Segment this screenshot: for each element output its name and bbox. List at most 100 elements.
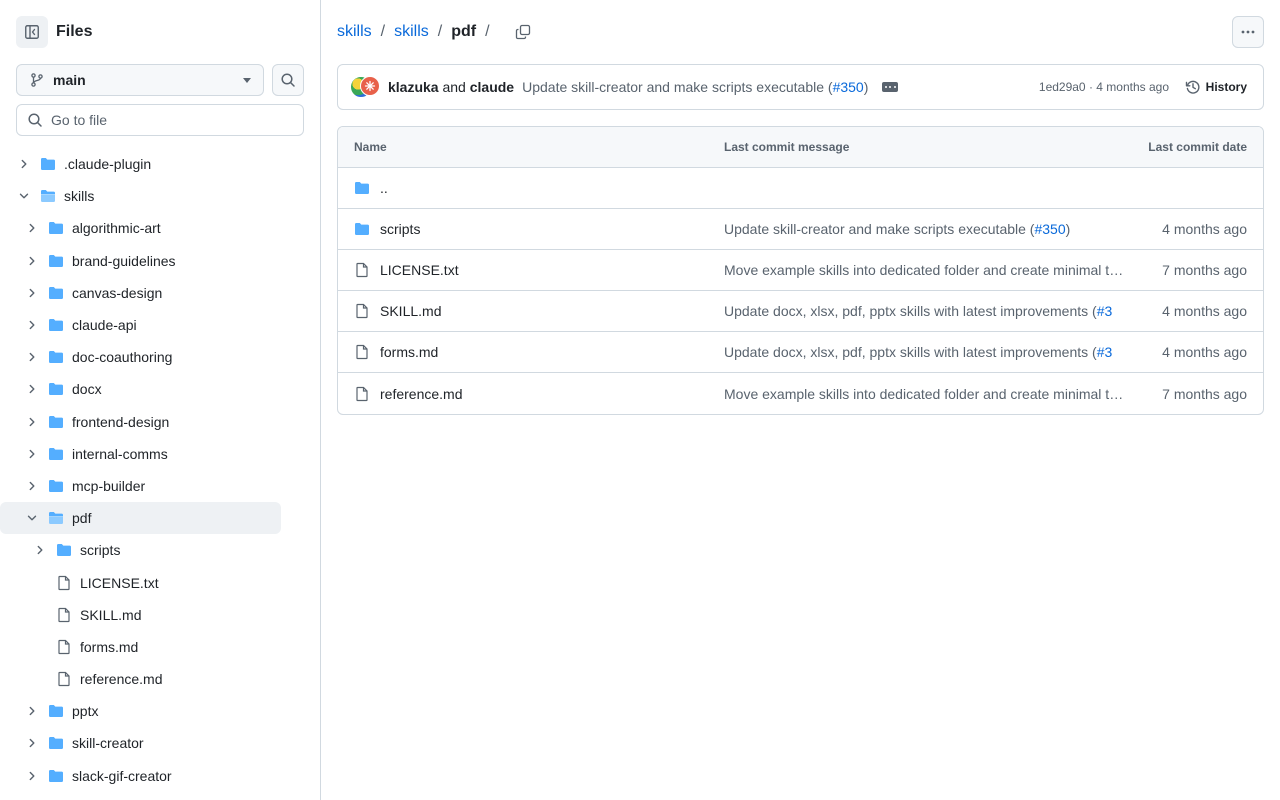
tree-item-canvas-design[interactable]: canvas-design xyxy=(0,277,320,309)
tree-item-skill-creator[interactable]: skill-creator xyxy=(0,727,320,759)
tree-item-label: skill-creator xyxy=(72,735,144,752)
file-commit-message[interactable]: Move example skills into dedicated folde… xyxy=(724,262,1124,278)
expand-commit-message-button[interactable] xyxy=(882,82,899,92)
git-branch-icon xyxy=(31,73,43,87)
more-options-button[interactable] xyxy=(1232,16,1264,48)
folder-icon xyxy=(56,542,72,558)
chevron-down-icon[interactable] xyxy=(24,510,40,526)
go-to-file-input[interactable] xyxy=(51,112,291,128)
tree-item-claude-api[interactable]: claude-api xyxy=(0,309,320,341)
tree-item-algorithmic-art[interactable]: algorithmic-art xyxy=(0,212,320,244)
tree-item-label: brand-guidelines xyxy=(72,252,176,269)
file-name-link[interactable]: SKILL.md xyxy=(380,303,441,319)
tree-item-label: internal-comms xyxy=(72,445,168,462)
tree-item-forms-md[interactable]: forms.md xyxy=(0,631,320,663)
file-name-link[interactable]: forms.md xyxy=(380,344,438,360)
copy-path-button[interactable] xyxy=(511,20,535,44)
file-name-link[interactable]: reference.md xyxy=(380,386,462,402)
chevron-right-icon[interactable] xyxy=(24,414,40,430)
tree-item-internal-comms[interactable]: internal-comms xyxy=(0,438,320,470)
commit-avatars[interactable] xyxy=(350,76,380,98)
tree-item-label: reference.md xyxy=(80,671,163,688)
tree-item-pdf[interactable]: pdf xyxy=(0,502,281,535)
parent-directory-link[interactable]: .. xyxy=(380,180,388,196)
file-commit-message[interactable]: Move example skills into dedicated folde… xyxy=(724,386,1124,402)
history-button[interactable]: History xyxy=(1185,79,1247,95)
table-row[interactable]: LICENSE.txt Move example skills into dedi… xyxy=(338,250,1263,291)
tree-item-claude-plugin[interactable]: .claude-plugin xyxy=(0,148,320,180)
breadcrumb-separator: / xyxy=(380,23,386,40)
file-commit-pr-link[interactable]: #3 xyxy=(1097,303,1113,319)
table-row[interactable]: reference.md Move example skills into ded… xyxy=(338,373,1263,414)
kebab-horizontal-icon xyxy=(1241,30,1255,34)
tree-item-brand-guidelines[interactable]: brand-guidelines xyxy=(0,245,320,277)
chevron-right-icon[interactable] xyxy=(16,156,32,172)
file-commit-message[interactable]: Update skill-creator and make scripts ex… xyxy=(724,221,1124,237)
file-commit-message-text[interactable]: Move example skills into dedicated folde… xyxy=(724,262,1124,278)
chevron-right-icon[interactable] xyxy=(24,381,40,397)
file-commit-pr-link[interactable]: #350 xyxy=(1034,221,1065,237)
tree-item-doc-coauthoring[interactable]: doc-coauthoring xyxy=(0,341,320,373)
folder-icon xyxy=(48,768,64,784)
tree-item-slack-gif-creator[interactable]: slack-gif-creator xyxy=(0,760,320,792)
file-name-link[interactable]: LICENSE.txt xyxy=(380,262,459,278)
file-commit-date: 4 months ago xyxy=(1162,221,1247,237)
tree-item-skills[interactable]: skills xyxy=(0,180,320,212)
commit-message[interactable]: Update skill-creator and make scripts ex… xyxy=(522,79,868,95)
search-icon xyxy=(281,73,295,87)
tree-item-mcp-builder[interactable]: mcp-builder xyxy=(0,470,320,502)
chevron-right-icon[interactable] xyxy=(24,317,40,333)
tree-item-reference-md[interactable]: reference.md xyxy=(0,663,320,695)
collapse-sidebar-button[interactable] xyxy=(16,16,48,48)
chevron-right-icon[interactable] xyxy=(24,220,40,236)
folder-icon xyxy=(48,446,64,462)
folder-icon xyxy=(354,180,370,196)
breadcrumb-skills-link[interactable]: skills xyxy=(394,23,429,41)
branch-selector[interactable]: main xyxy=(16,64,264,96)
table-row[interactable]: scripts Update skill-creator and make scr… xyxy=(338,209,1263,250)
chevron-right-icon[interactable] xyxy=(24,285,40,301)
chevron-right-icon[interactable] xyxy=(24,478,40,494)
chevron-right-icon[interactable] xyxy=(24,768,40,784)
file-tree-sidebar: Files main .claude-plugin skills algorithm… xyxy=(0,0,321,800)
tree-item-label: LICENSE.txt xyxy=(80,574,159,591)
commit-author-link[interactable]: claude xyxy=(470,79,514,95)
commit-author-link[interactable]: klazuka xyxy=(388,79,439,95)
table-row[interactable]: forms.md Update docx, xlsx, pdf, pptx ski… xyxy=(338,332,1263,373)
tree-item-scripts[interactable]: scripts xyxy=(0,534,320,566)
file-commit-message[interactable]: Update docx, xlsx, pdf, pptx skills with… xyxy=(724,344,1124,360)
go-to-file-field[interactable] xyxy=(16,104,304,136)
chevron-right-icon[interactable] xyxy=(24,349,40,365)
file-commit-message[interactable]: Update docx, xlsx, pdf, pptx skills with… xyxy=(724,303,1124,319)
tree-item-license-txt[interactable]: LICENSE.txt xyxy=(0,566,320,598)
file-commit-message-text[interactable]: Update skill-creator and make scripts ex… xyxy=(724,221,1034,237)
file-commit-message-text[interactable]: Update docx, xlsx, pdf, pptx skills with… xyxy=(724,344,1097,360)
file-commit-message-text[interactable]: Update docx, xlsx, pdf, pptx skills with… xyxy=(724,303,1097,319)
avatar[interactable] xyxy=(360,76,380,96)
tree-item-skill-md[interactable]: SKILL.md xyxy=(0,599,320,631)
file-commit-date: 4 months ago xyxy=(1162,344,1247,360)
file-name-link[interactable]: scripts xyxy=(380,221,420,237)
chevron-down-icon[interactable] xyxy=(16,188,32,204)
commit-hash-and-time[interactable]: 1ed29a0 · 4 months ago xyxy=(1039,80,1169,94)
file-commit-pr-link[interactable]: #3 xyxy=(1097,344,1113,360)
file-icon xyxy=(56,639,72,655)
tree-item-frontend-design[interactable]: frontend-design xyxy=(0,406,320,438)
folder-icon xyxy=(48,253,64,269)
chevron-right-icon[interactable] xyxy=(24,703,40,719)
chevron-right-icon[interactable] xyxy=(32,542,48,558)
chevron-right-icon[interactable] xyxy=(24,253,40,269)
chevron-right-icon[interactable] xyxy=(24,446,40,462)
commit-message-text[interactable]: Update skill-creator and make scripts ex… xyxy=(522,79,832,95)
table-row[interactable]: SKILL.md Update docx, xlsx, pdf, pptx ski… xyxy=(338,291,1263,332)
parent-directory-row[interactable]: .. xyxy=(338,168,1263,209)
chevron-right-icon[interactable] xyxy=(24,735,40,751)
tree-item-pptx[interactable]: pptx xyxy=(0,695,320,727)
file-commit-message-text[interactable]: Move example skills into dedicated folde… xyxy=(724,386,1124,402)
sidebar-collapse-icon xyxy=(25,25,39,39)
breadcrumb-repo-link[interactable]: skills xyxy=(337,23,372,41)
search-files-button[interactable] xyxy=(272,64,304,96)
tree-item-docx[interactable]: docx xyxy=(0,373,320,405)
commit-pr-link[interactable]: #350 xyxy=(833,79,864,95)
